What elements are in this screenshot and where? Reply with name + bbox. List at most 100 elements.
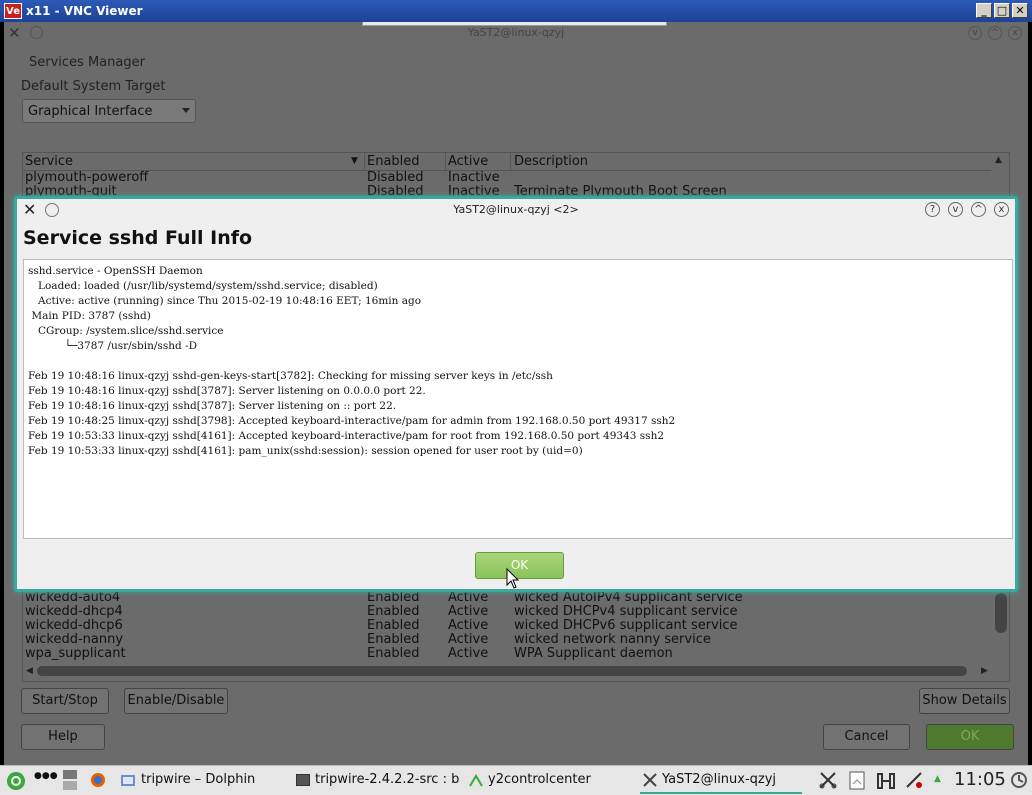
desktop-pager-icon[interactable] xyxy=(62,769,78,791)
scroll-left-icon[interactable]: ◀ xyxy=(26,666,33,676)
close-icon[interactable]: x xyxy=(1008,26,1022,40)
log-line: sshd.service - OpenSSH Daemon xyxy=(28,265,203,277)
taskbar-item-yast[interactable]: YaST2@linux-qzyj xyxy=(662,772,776,787)
log-line: Feb 19 10:48:16 linux-qzyj sshd-gen-keys… xyxy=(28,370,553,382)
minimize-icon[interactable]: _ xyxy=(976,3,992,18)
cell-enabled: Disabled xyxy=(367,170,424,185)
cancel-button[interactable]: Cancel xyxy=(823,724,910,750)
cell-service: wickedd-dhcp6 xyxy=(25,618,123,633)
cell-enabled: Enabled xyxy=(367,646,420,661)
device-notifier-icon[interactable] xyxy=(876,772,896,790)
cell-active: Active xyxy=(448,646,489,661)
tools-icon[interactable] xyxy=(818,770,838,790)
log-line: CGroup: /system.slice/sshd.service xyxy=(28,325,224,337)
cell-active: Inactive xyxy=(448,170,500,185)
active-task-indicator xyxy=(640,792,802,794)
cell-description: wicked DHCPv6 supplicant service xyxy=(514,618,738,633)
taskbar-item-dolphin[interactable]: tripwire – Dolphin xyxy=(141,772,255,787)
cell-description: wicked DHCPv4 supplicant service xyxy=(514,604,738,619)
log-line: Main PID: 3787 (sshd) xyxy=(28,310,151,322)
column-header-service[interactable]: Service xyxy=(25,154,73,169)
expand-tray-icon[interactable]: ▲ xyxy=(934,774,941,784)
scroll-up-icon[interactable]: ▲ xyxy=(995,155,1002,165)
help-icon[interactable]: ? xyxy=(925,202,940,217)
enable-disable-button[interactable]: Enable/Disable xyxy=(124,688,228,714)
cell-enabled: Enabled xyxy=(367,618,420,633)
sort-arrow-icon: ▼ xyxy=(351,156,358,166)
target-select[interactable]: Graphical Interface xyxy=(22,99,196,123)
folder-icon xyxy=(121,775,135,786)
mouse-cursor-icon xyxy=(506,568,520,589)
start-stop-button[interactable]: Start/Stop xyxy=(21,688,109,714)
table-row[interactable]: plymouth-poweroff Disabled Inactive xyxy=(23,171,991,185)
taskbar-item-terminal[interactable]: tripwire-2.4.2.2-src : b xyxy=(315,772,459,787)
log-line: Feb 19 10:48:25 linux-qzyj sshd[3798]: A… xyxy=(28,415,676,427)
dialog-heading: Service sshd Full Info xyxy=(23,227,253,249)
sshd-info-dialog: ✕ YaST2@linux-qzyj <2> ? v ^ x Service s… xyxy=(14,196,1018,592)
cell-enabled: Enabled xyxy=(367,590,420,605)
log-line: └─3787 /usr/sbin/sshd -D xyxy=(28,340,197,352)
log-line: Feb 19 10:53:33 linux-qzyj sshd[4161]: A… xyxy=(28,430,665,442)
cell-service: plymouth-poweroff xyxy=(25,170,149,185)
cell-active: Active xyxy=(448,590,489,605)
chevron-down-icon[interactable]: v xyxy=(968,26,982,40)
table-row[interactable]: wickedd-nanny Enabled Active wicked netw… xyxy=(23,633,991,647)
close-icon[interactable]: x xyxy=(994,202,1009,217)
vnc-logo-icon: Ve xyxy=(4,3,22,19)
cell-description: wicked AutoIPv4 supplicant service xyxy=(514,590,743,605)
cell-active: Active xyxy=(448,632,489,647)
show-details-button[interactable]: Show Details xyxy=(919,688,1010,714)
yast-icon xyxy=(469,774,483,787)
overflow-dots-icon[interactable]: ●●● xyxy=(34,771,58,781)
dialog-title: YaST2@linux-qzyj <2> xyxy=(453,203,579,216)
log-line: Feb 19 10:48:16 linux-qzyj sshd[3787]: S… xyxy=(28,400,397,412)
bg-window-titlebar[interactable]: ✕ YaST2@linux-qzyj v ^ x xyxy=(4,22,1028,44)
table-row[interactable]: wickedd-dhcp6 Enabled Active wicked DHCP… xyxy=(23,619,991,633)
column-header-description[interactable]: Description xyxy=(514,154,588,169)
log-line: Feb 19 10:48:16 linux-qzyj sshd[3787]: S… xyxy=(28,385,426,397)
dialog-titlebar[interactable]: ✕ YaST2@linux-qzyj <2> ? v ^ x xyxy=(17,199,1015,221)
taskbar: ●●● tripwire – Dolphin tripwire-2.4.2.2-… xyxy=(0,765,1032,795)
chevron-up-icon[interactable]: ^ xyxy=(971,202,986,217)
cell-enabled: Enabled xyxy=(367,604,420,619)
chevron-up-icon[interactable]: ^ xyxy=(988,26,1002,40)
table-header: Service ▼ Enabled Active Description xyxy=(23,153,991,171)
module-title: Services Manager xyxy=(29,55,145,70)
target-label: Default System Target xyxy=(21,79,166,94)
terminal-icon xyxy=(296,774,310,786)
table-row[interactable]: wickedd-auto4 Enabled Active wicked Auto… xyxy=(23,591,991,605)
table-row[interactable]: wpa_supplicant Enabled Active WPA Suppli… xyxy=(23,647,991,661)
remote-screen: ✕ YaST2@linux-qzyj v ^ x Services Manage… xyxy=(4,22,1028,765)
scrollbar-thumb[interactable] xyxy=(995,593,1007,633)
scroll-right-icon[interactable]: ▶ xyxy=(981,666,988,676)
start-menu-icon[interactable] xyxy=(6,771,26,791)
firefox-icon[interactable] xyxy=(90,772,106,788)
ok-button[interactable]: OK xyxy=(926,724,1014,750)
column-header-enabled[interactable]: Enabled xyxy=(367,154,420,169)
cell-service: wickedd-dhcp4 xyxy=(25,604,123,619)
scrollbar-thumb[interactable] xyxy=(37,666,967,676)
maximize-icon[interactable]: □ xyxy=(994,3,1010,18)
table-row[interactable]: wickedd-dhcp4 Enabled Active wicked DHCP… xyxy=(23,605,991,619)
cell-service: wpa_supplicant xyxy=(25,646,126,661)
close-icon[interactable]: ✕ xyxy=(1012,3,1028,18)
bg-window-title: YaST2@linux-qzyj xyxy=(467,26,565,39)
target-select-value: Graphical Interface xyxy=(28,104,153,119)
cell-service: wickedd-nanny xyxy=(25,632,124,647)
vnc-titlebar[interactable]: Ve x11 - VNC Viewer _ □ ✕ xyxy=(0,0,1032,22)
column-header-active[interactable]: Active xyxy=(448,154,488,169)
network-disconnected-icon[interactable] xyxy=(904,770,924,790)
cell-description: wicked network nanny service xyxy=(514,632,711,647)
cell-active: Active xyxy=(448,604,489,619)
service-log-text[interactable]: sshd.service - OpenSSH Daemon Loaded: lo… xyxy=(23,259,1013,539)
activities-icon[interactable] xyxy=(1010,771,1028,789)
vnc-window-title: x11 - VNC Viewer xyxy=(26,4,143,18)
clipboard-icon[interactable] xyxy=(848,770,866,790)
clock[interactable]: 11:05 xyxy=(954,769,1006,790)
taskbar-item-controlcenter[interactable]: y2controlcenter xyxy=(488,772,591,787)
chevron-down-icon[interactable]: v xyxy=(948,202,963,217)
horizontal-scrollbar[interactable]: ◀ ▶ xyxy=(23,663,991,679)
cell-service: wickedd-auto4 xyxy=(25,590,121,605)
help-button[interactable]: Help xyxy=(21,724,105,750)
